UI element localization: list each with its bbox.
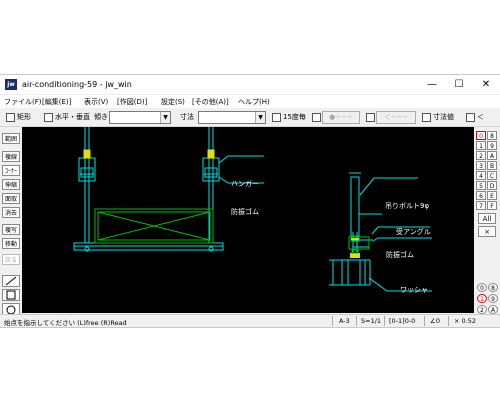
menu-view[interactable]: 表示(V) xyxy=(84,97,108,107)
maximize-button[interactable]: ☐ xyxy=(447,77,471,92)
layer-b[interactable]: B xyxy=(487,161,497,170)
window-title: air-conditioning-59 - jw_win xyxy=(22,80,132,89)
lt-label: ＜ xyxy=(477,113,484,121)
toolbar: 矩形 水平・垂直 傾き ▼ 寸法 ▼ 15度毎 ●−−− ＜−−− 寸法値 ＜ xyxy=(0,109,500,127)
tool-range[interactable]: 範囲 xyxy=(2,133,20,144)
label-bolt: 吊りボルト9φ xyxy=(385,202,430,210)
label-washer: ワッシャ xyxy=(400,286,428,294)
status-message: 始点を指示してください (L)free (R)Read xyxy=(4,319,127,327)
status-divider xyxy=(448,316,449,326)
layer-6[interactable]: 6 xyxy=(476,191,486,200)
layer-4[interactable]: 4 xyxy=(476,171,486,180)
status-scale[interactable]: S=1/1 xyxy=(361,317,381,325)
status-bar: 始点を指示してください (L)free (R)Read A-3 S=1/1 [0… xyxy=(0,314,500,327)
group-2[interactable]: 2 xyxy=(477,305,487,314)
tool-stretch[interactable]: 伸縮 xyxy=(2,179,20,190)
left-toolbar: 範囲 複線 ｺｰﾅｰ 伸縮 面取 消去 複写 移動 戻る xyxy=(0,127,22,317)
layer-5[interactable]: 5 xyxy=(476,181,486,190)
close-icon[interactable]: × xyxy=(478,226,496,237)
layer-7[interactable]: 7 xyxy=(476,201,486,210)
menu-draw[interactable]: [作図(D)] xyxy=(117,97,147,107)
menu-edit[interactable]: [編集(E)] xyxy=(42,97,71,107)
tool-undo[interactable]: 戻る xyxy=(2,254,20,265)
layer-0[interactable]: 0 xyxy=(476,131,486,140)
layer-c[interactable]: C xyxy=(487,171,497,180)
layer-d[interactable]: D xyxy=(487,181,497,190)
title-bar: jw air-conditioning-59 - jw_win — ☐ ✕ xyxy=(0,75,500,94)
group-9[interactable]: 9 xyxy=(488,294,498,303)
status-divider xyxy=(424,316,425,326)
rect-tool[interactable] xyxy=(2,289,20,301)
layer-e[interactable]: E xyxy=(487,191,497,200)
tool-corner[interactable]: ｺｰﾅｰ xyxy=(2,165,20,176)
arrow-checkbox[interactable] xyxy=(366,113,375,122)
line-icon xyxy=(5,276,17,286)
layer-2[interactable]: 2 xyxy=(476,151,486,160)
lt-checkbox[interactable] xyxy=(466,113,475,122)
circle-icon xyxy=(6,305,16,315)
layer-1[interactable]: 1 xyxy=(476,141,486,150)
dim-label: 寸法 xyxy=(180,113,194,121)
tool-move[interactable]: 移動 xyxy=(2,238,20,249)
menu-settings[interactable]: 設定(S) xyxy=(161,97,185,107)
layer-9[interactable]: 9 xyxy=(487,141,497,150)
group-0[interactable]: 0 xyxy=(477,283,487,292)
layer-8[interactable]: 8 xyxy=(487,131,497,140)
group-a[interactable]: A xyxy=(488,305,498,314)
rect-label: 矩形 xyxy=(17,113,31,121)
square-icon xyxy=(6,290,16,300)
layer-a[interactable]: A xyxy=(487,151,497,160)
all-layers-button[interactable]: All xyxy=(478,213,496,224)
tool-chamfer[interactable]: 面取 xyxy=(2,193,20,204)
tool-erase[interactable]: 消去 xyxy=(2,207,20,218)
line-tool[interactable] xyxy=(2,275,20,287)
deg15-label: 15度毎 xyxy=(283,113,306,121)
chevron-down-icon[interactable]: ▼ xyxy=(160,112,170,123)
point-button[interactable]: ●−−− xyxy=(322,111,360,124)
status-layer[interactable]: [0-1]0-0 xyxy=(389,317,415,325)
rect-checkbox[interactable] xyxy=(6,113,15,122)
group-1[interactable]: 1 xyxy=(477,294,487,303)
app-icon: jw xyxy=(5,79,17,90)
label-hanger: ハンガー xyxy=(231,180,259,188)
horiz-vert-label: 水平・垂直 xyxy=(55,113,90,121)
menu-file[interactable]: ファイル(F) xyxy=(4,97,42,107)
label-rubber-left: 防振ゴム xyxy=(231,208,259,216)
tool-offset[interactable]: 複線 xyxy=(2,151,20,162)
close-button[interactable]: ✕ xyxy=(474,77,498,92)
status-angle[interactable]: ∠0 xyxy=(430,317,440,325)
status-paper[interactable]: A-3 xyxy=(339,317,350,325)
dim-value-label: 寸法値 xyxy=(433,113,454,121)
horiz-vert-checkbox[interactable] xyxy=(44,113,53,122)
drawing-canvas[interactable]: ハンガー 防振ゴム 吊りボルト9φ 受アングル 防振ゴム ワッシャ xyxy=(22,127,474,313)
chevron-down-icon[interactable]: ▼ xyxy=(255,112,265,123)
deg15-checkbox[interactable] xyxy=(272,113,281,122)
point-checkbox[interactable] xyxy=(312,113,321,122)
angle-label: 傾き xyxy=(94,113,108,121)
status-divider xyxy=(384,316,385,326)
layer-3[interactable]: 3 xyxy=(476,161,486,170)
group-8[interactable]: 8 xyxy=(488,283,498,292)
angle-combo[interactable]: ▼ xyxy=(109,111,171,124)
label-angle: 受アングル xyxy=(396,228,431,236)
dim-value-checkbox[interactable] xyxy=(422,113,431,122)
tool-copy[interactable]: 複写 xyxy=(2,224,20,235)
minimize-button[interactable]: — xyxy=(420,77,444,92)
menu-bar: ファイル(F) [編集(E)] 表示(V) [作図(D)] 設定(S) [その他… xyxy=(0,95,500,108)
label-rubber-right: 防振ゴム xyxy=(386,251,414,259)
status-divider xyxy=(356,316,357,326)
menu-help[interactable]: ヘルプ(H) xyxy=(238,97,270,107)
dim-combo[interactable]: ▼ xyxy=(198,111,266,124)
status-zoom[interactable]: × 0.52 xyxy=(454,317,476,325)
status-divider xyxy=(332,316,333,326)
arrow-button[interactable]: ＜−−− xyxy=(376,111,416,124)
menu-other[interactable]: [その他(A)] xyxy=(192,97,229,107)
right-toolbar: 0 8 1 9 2 A 3 B 4 C 5 D 6 E 7 F All × 0 … xyxy=(474,127,500,317)
layer-f[interactable]: F xyxy=(487,201,497,210)
app-window: jw air-conditioning-59 - jw_win — ☐ ✕ ファ… xyxy=(0,74,500,328)
